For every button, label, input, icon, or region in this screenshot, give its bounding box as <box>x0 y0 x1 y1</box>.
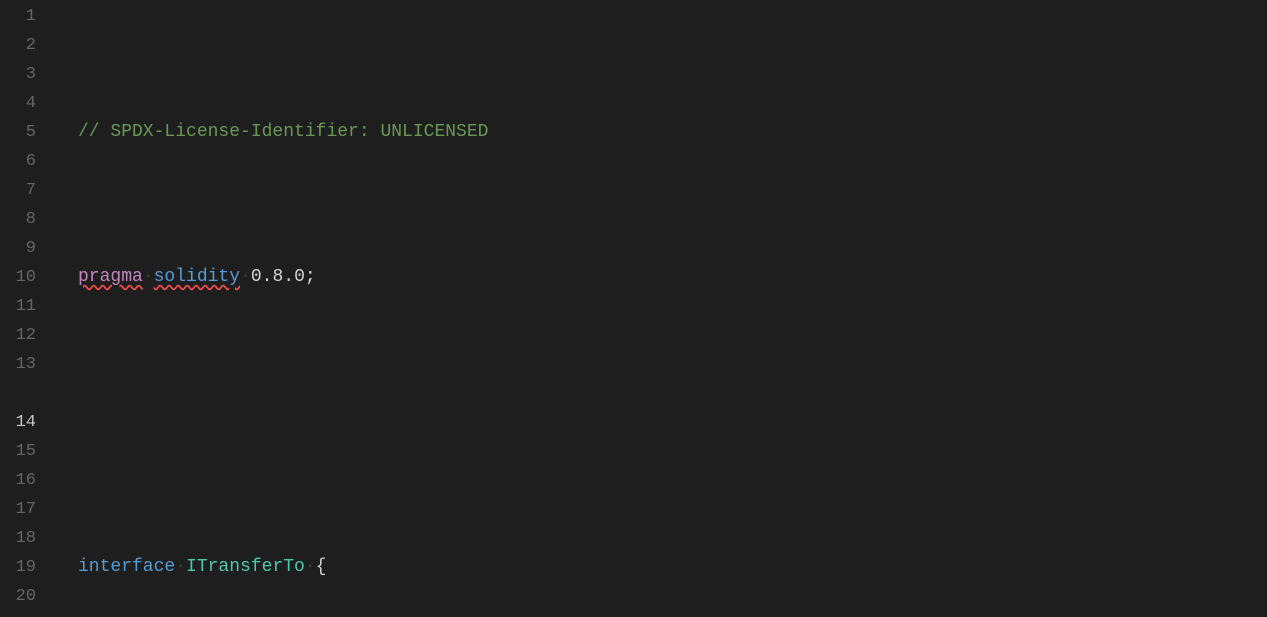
code-area[interactable]: // SPDX-License-Identifier: UNLICENSED p… <box>60 0 1267 617</box>
version: 0.8.0 <box>251 267 305 287</box>
line-number: 15 <box>0 437 60 466</box>
line-number: 1 <box>0 2 60 31</box>
line-number: 3 <box>0 60 60 89</box>
line-number: 12 <box>0 321 60 350</box>
line-number: 8 <box>0 205 60 234</box>
code-line[interactable]: // SPDX-License-Identifier: UNLICENSED <box>60 118 1267 147</box>
line-number: 19 <box>0 553 60 582</box>
code-editor[interactable]: 1 2 3 4 5 6 7 8 9 10 11 12 13 14 15 16 1… <box>0 0 1267 617</box>
line-number: 14 <box>0 408 60 437</box>
code-line[interactable] <box>60 408 1267 437</box>
line-number: 9 <box>0 234 60 263</box>
line-number: 2 <box>0 31 60 60</box>
line-number-gutter: 1 2 3 4 5 6 7 8 9 10 11 12 13 14 15 16 1… <box>0 0 60 617</box>
keyword: pragma <box>78 267 143 287</box>
line-number: 5 <box>0 118 60 147</box>
line-number: 20 <box>0 582 60 611</box>
line-number: 13 <box>0 350 60 379</box>
line-number: 18 <box>0 524 60 553</box>
keyword: solidity <box>154 267 240 287</box>
line-number <box>0 379 60 408</box>
line-number: 7 <box>0 176 60 205</box>
comment-text: // SPDX-License-Identifier: UNLICENSED <box>78 122 488 142</box>
line-number: 4 <box>0 89 60 118</box>
keyword: interface <box>78 557 175 577</box>
line-number: 10 <box>0 263 60 292</box>
line-number: 6 <box>0 147 60 176</box>
line-number: 17 <box>0 495 60 524</box>
code-line[interactable]: interface·ITransferTo·{ <box>60 553 1267 582</box>
type-name: ITransferTo <box>186 557 305 577</box>
line-number: 11 <box>0 292 60 321</box>
line-number: 16 <box>0 466 60 495</box>
code-line[interactable]: pragma·solidity·0.8.0; <box>60 263 1267 292</box>
